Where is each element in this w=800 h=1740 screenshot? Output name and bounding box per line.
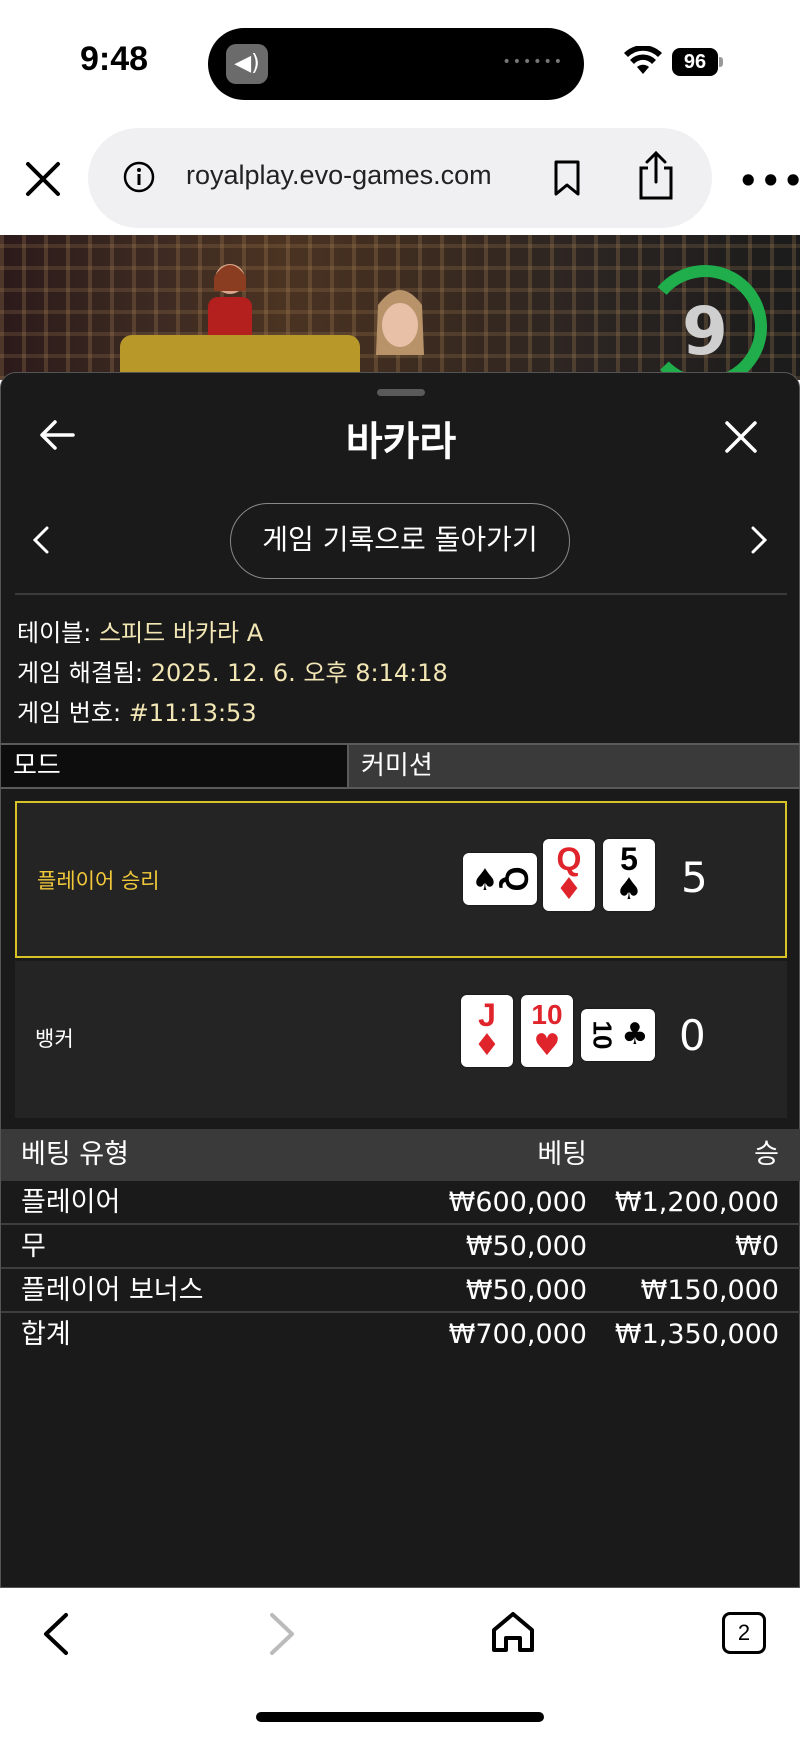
card-suit: ♥ bbox=[533, 1028, 561, 1063]
status-bar: 9:48 ◀) •••••• 96 bbox=[0, 0, 800, 120]
resolved-info: 게임 해결됨: 2025. 12. 6. 오후 8:14:18 bbox=[17, 653, 448, 688]
bet-amount: ₩50,000 bbox=[465, 1231, 587, 1262]
card-rank: Q bbox=[556, 841, 582, 877]
table-row: 플레이어 ₩600,000 ₩1,200,000 bbox=[1, 1181, 800, 1225]
playing-card: Q ♦ bbox=[543, 839, 595, 911]
divider bbox=[15, 593, 787, 595]
dynamic-island: ◀) •••••• bbox=[208, 28, 584, 100]
player-score: 5 bbox=[681, 853, 708, 902]
dealer-image bbox=[376, 290, 424, 355]
total-win: ₩1,350,000 bbox=[614, 1319, 779, 1350]
card-rank: J bbox=[478, 997, 496, 1033]
header-bet: 베팅 bbox=[537, 1139, 587, 1170]
battery-icon: 96 bbox=[672, 48, 718, 76]
status-time: 9:48 bbox=[80, 40, 149, 78]
mode-label: 모드 bbox=[1, 743, 347, 789]
wifi-icon bbox=[624, 46, 662, 74]
game-result-sheet: 바카라 게임 기록으로 돌아가기 테이블: 스피드 바카라 A 게임 해결됨: … bbox=[0, 372, 800, 1588]
game-number-value: #11:13:53 bbox=[128, 699, 257, 727]
card-suit: ♠ bbox=[615, 872, 643, 907]
more-icon[interactable]: ••• bbox=[738, 165, 800, 197]
header-bet-type: 베팅 유형 bbox=[21, 1139, 129, 1170]
drag-handle[interactable] bbox=[377, 389, 425, 396]
mode-value: 커미션 bbox=[347, 743, 800, 789]
close-icon[interactable] bbox=[22, 158, 64, 200]
address-bar[interactable]: royalplay.evo-games.com bbox=[88, 128, 712, 228]
win-amount: ₩0 bbox=[735, 1231, 779, 1262]
card-rank: 10 bbox=[586, 1020, 617, 1050]
browser-toolbar: 2 bbox=[0, 1588, 800, 1740]
banker-hand: 뱅커 J ♦ 10 ♥ 10 ♣ 0 bbox=[15, 961, 787, 1118]
tabs-button[interactable]: 2 bbox=[722, 1612, 766, 1654]
share-icon[interactable] bbox=[636, 150, 676, 202]
island-dots: •••••• bbox=[502, 54, 564, 70]
card-suit: ♦ bbox=[555, 872, 583, 907]
home-icon[interactable] bbox=[490, 1610, 536, 1654]
total-bet: ₩700,000 bbox=[448, 1319, 587, 1350]
bet-type: 무 bbox=[21, 1231, 46, 1262]
bet-amount: ₩50,000 bbox=[465, 1275, 587, 1306]
battery-tip bbox=[719, 57, 723, 67]
bookmark-icon[interactable] bbox=[552, 158, 582, 198]
win-amount: ₩150,000 bbox=[640, 1275, 779, 1306]
playing-card: 10 ♥ bbox=[521, 995, 573, 1067]
banker-score: 0 bbox=[679, 1011, 706, 1060]
win-amount: ₩1,200,000 bbox=[614, 1187, 779, 1218]
browser-address-row: royalplay.evo-games.com ••• bbox=[0, 120, 800, 235]
header-win: 승 bbox=[754, 1139, 779, 1170]
forward-icon[interactable] bbox=[268, 1612, 298, 1656]
card-suit: ♦ bbox=[473, 1028, 501, 1063]
playing-card: ♠ Q bbox=[463, 853, 537, 905]
back-icon[interactable] bbox=[40, 1612, 70, 1656]
mode-row: 모드 커미션 bbox=[1, 743, 800, 789]
card-rank: 5 bbox=[620, 841, 638, 877]
playing-card: 5 ♠ bbox=[603, 839, 655, 911]
url-text[interactable]: royalplay.evo-games.com bbox=[186, 160, 492, 191]
player-result-label: 플레이어 승리 bbox=[37, 869, 160, 893]
table-info: 테이블: 스피드 바카라 A bbox=[17, 613, 263, 648]
playing-card: 10 ♣ bbox=[581, 1009, 655, 1061]
sheet-title: 바카라 bbox=[345, 419, 457, 465]
table-header: 베팅 유형 베팅 승 bbox=[1, 1129, 800, 1181]
info-icon[interactable] bbox=[122, 160, 156, 194]
banker-result-label: 뱅커 bbox=[35, 1027, 74, 1051]
table-label: 테이블: bbox=[17, 619, 92, 647]
table-row: 무 ₩50,000 ₩0 bbox=[1, 1225, 800, 1269]
bet-amount: ₩600,000 bbox=[448, 1187, 587, 1218]
home-indicator[interactable] bbox=[256, 1712, 544, 1722]
speaker-icon: ◀) bbox=[226, 44, 268, 84]
table-row: 플레이어 보너스 ₩50,000 ₩150,000 bbox=[1, 1269, 800, 1313]
chevron-left-icon[interactable] bbox=[31, 525, 51, 555]
card-rank: Q bbox=[497, 866, 534, 892]
game-number-label: 게임 번호: bbox=[17, 699, 122, 727]
total-label: 합계 bbox=[21, 1319, 71, 1350]
total-row: 합계 ₩700,000 ₩1,350,000 bbox=[1, 1313, 800, 1357]
player-hand: 플레이어 승리 ♠ Q Q ♦ 5 ♠ 5 bbox=[15, 801, 787, 958]
bet-type: 플레이어 보너스 bbox=[21, 1275, 204, 1306]
bet-type: 플레이어 bbox=[21, 1187, 121, 1218]
resolved-label: 게임 해결됨: bbox=[17, 659, 144, 687]
table-value: 스피드 바카라 A bbox=[98, 619, 264, 647]
resolved-value: 2025. 12. 6. 오후 8:14:18 bbox=[150, 659, 448, 687]
playing-card: J ♦ bbox=[461, 995, 513, 1067]
card-rank: 10 bbox=[531, 999, 563, 1030]
close-icon[interactable] bbox=[723, 419, 759, 455]
chevron-right-icon[interactable] bbox=[749, 525, 769, 555]
countdown-value: 9 bbox=[682, 293, 728, 370]
game-number-info: 게임 번호: #11:13:53 bbox=[17, 693, 257, 728]
back-to-history-button[interactable]: 게임 기록으로 돌아가기 bbox=[230, 503, 570, 579]
